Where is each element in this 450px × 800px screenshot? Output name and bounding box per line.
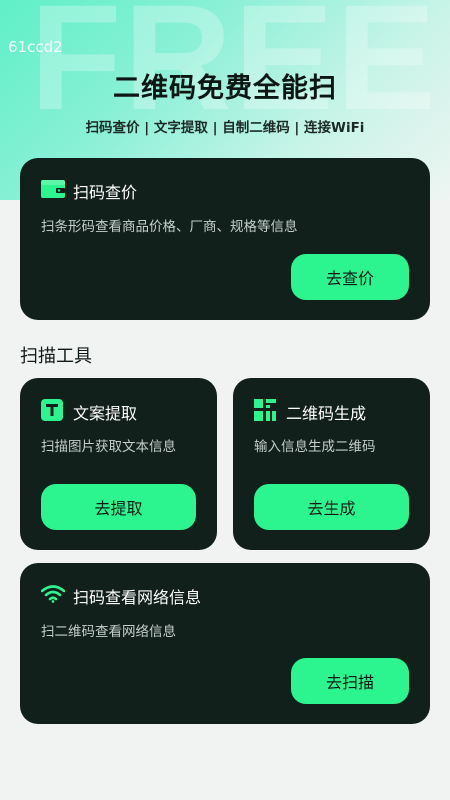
wifi-icon [40,585,66,607]
app-title: 二维码免费全能扫 [113,73,337,104]
scan-price-description: 扫条形码查看商品价格、厂商、规格等信息 [41,219,298,235]
text-extract-description: 扫描图片获取文本信息 [41,439,176,455]
go-generate-button[interactable]: 去生成 [254,484,409,530]
scan-price-card[interactable]: 扫码查价 扫条形码查看商品价格、厂商、规格等信息 去查价 [20,158,430,320]
go-scan-button[interactable]: 去扫描 [291,658,409,704]
tools-section-label: 扫描工具 [20,346,92,367]
text-t-icon [41,399,63,425]
qr-generate-card[interactable]: 二维码生成 输入信息生成二维码 去生成 [233,378,430,550]
go-extract-button[interactable]: 去提取 [41,484,196,530]
screen: FREE 61ccd2 二维码免费全能扫 扫码查价 | 文字提取 | 自制二维码… [0,0,450,800]
qr-grid-icon [254,399,276,425]
debug-id-label: 61ccd2 [8,38,63,56]
text-extract-card[interactable]: 文案提取 扫描图片获取文本信息 去提取 [20,378,217,550]
wifi-title: 扫码查看网络信息 [73,588,202,607]
wifi-card[interactable]: 扫码查看网络信息 扫二维码查看网络信息 去扫描 [20,563,430,724]
scan-price-title: 扫码查价 [73,183,138,202]
go-check-price-button[interactable]: 去查价 [291,254,409,300]
app-subtitle: 扫码查价 | 文字提取 | 自制二维码 | 连接WiFi [85,120,365,136]
wifi-description: 扫二维码查看网络信息 [41,624,176,640]
qr-generate-title: 二维码生成 [286,404,367,423]
wallet-icon [41,180,65,202]
text-extract-title: 文案提取 [73,404,138,423]
qr-generate-description: 输入信息生成二维码 [254,439,376,455]
